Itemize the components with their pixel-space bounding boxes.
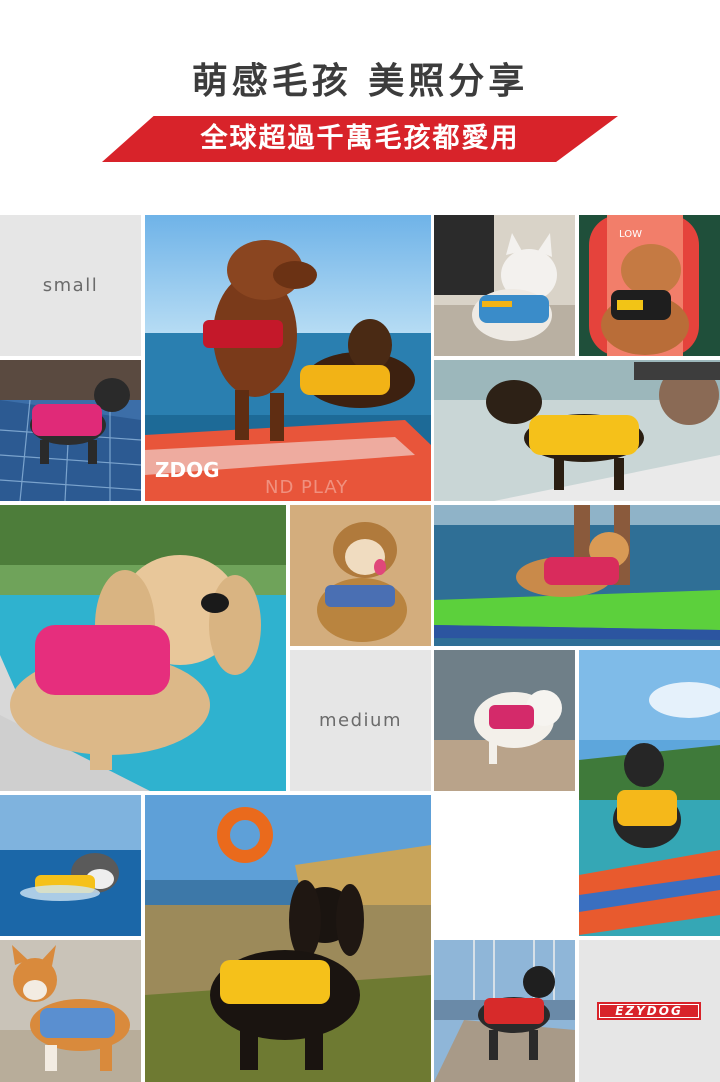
svg-text:ZDOG: ZDOG [155, 458, 220, 482]
photo-spaniel-yellow-vest [145, 795, 431, 1082]
photo-pomeranian-pink-vest [434, 650, 575, 791]
empty-tile [434, 795, 575, 936]
photo-french-bulldog-pink-vest [0, 360, 141, 501]
size-label-small: small [42, 275, 99, 296]
size-label-medium: medium [319, 710, 402, 731]
photo-dachshund-yellow-vest-sup [434, 360, 720, 501]
photo-shiba-pink-vest-board [434, 505, 720, 646]
photo-dog-red-vest-dock [434, 940, 575, 1082]
photo-poodle-surfboard: LOW [579, 215, 720, 356]
photo-husky-swimming [0, 795, 141, 936]
photo-corgi-blue-vest [0, 940, 141, 1082]
photo-fluffy-dog-beach [290, 505, 431, 646]
logo-border [599, 1004, 699, 1018]
brand-logo-tile: EZYDOG [579, 940, 720, 1082]
photo-shiba-yellow-vest-sup [579, 650, 720, 936]
photo-grid: small ZDOG ND PLAY LOW medium EZYDOG [0, 215, 720, 1082]
banner-text: 全球超過千萬毛孩都愛用 [200, 123, 520, 154]
small-label-tile: small [0, 215, 141, 356]
page-header: 萌感毛孩 美照分享 全球超過千萬毛孩都愛用 [0, 0, 720, 215]
ezydog-logo: EZYDOG [597, 1002, 701, 1020]
photo-dachshunds-paddleboard: ZDOG ND PLAY [145, 215, 431, 501]
watermark-text: ND PLAY [265, 477, 349, 498]
medium-label-tile: medium [290, 650, 431, 791]
photo-longhair-dachshund-pool [0, 505, 286, 791]
svg-text:LOW: LOW [619, 229, 642, 240]
page-title: 萌感毛孩 美照分享 [191, 61, 529, 102]
photo-cat-blue-vest [434, 215, 575, 356]
